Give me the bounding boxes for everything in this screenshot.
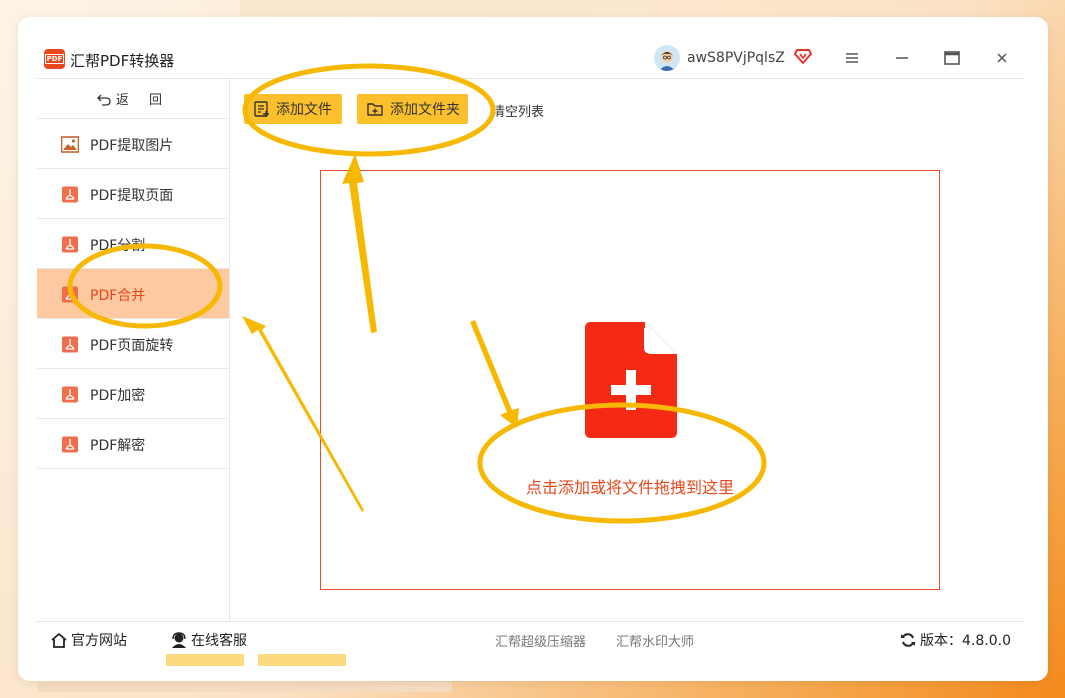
- avatar-icon: [654, 45, 680, 71]
- sidebar-item-label: PDF提取图片: [90, 138, 174, 154]
- official-site-label: 官方网站: [71, 633, 127, 649]
- version-label: 版本：4.8.0.0: [920, 633, 1011, 649]
- refresh-icon: [901, 633, 915, 647]
- watermark-link[interactable]: 汇帮水印大师: [616, 631, 694, 650]
- sidebar-item-rotate[interactable]: PDF页面旋转: [37, 319, 229, 369]
- ghost-chip: [166, 654, 244, 666]
- official-site-link[interactable]: 官方网站: [50, 630, 127, 650]
- pdf-file-icon: [61, 386, 79, 403]
- add-file-icon: [254, 100, 269, 117]
- sidebar: 返 回 PDF提取图片 PDF提取页面 PDF分割 PDF合并 PDF页面旋转 …: [37, 79, 230, 621]
- footer-divider: [37, 621, 1024, 622]
- version-info[interactable]: 版本：4.8.0.0: [900, 630, 1011, 650]
- hamburger-menu-icon[interactable]: [841, 47, 863, 69]
- pdf-file-icon: [61, 336, 79, 353]
- home-icon: [51, 632, 67, 648]
- close-icon[interactable]: [991, 47, 1013, 69]
- online-service-link[interactable]: 在线客服: [170, 630, 247, 650]
- add-folder-button[interactable]: 添加文件夹: [357, 94, 468, 124]
- pdf-file-icon: [61, 436, 79, 453]
- compressor-link[interactable]: 汇帮超级压缩器: [495, 631, 586, 650]
- background-strip-bottom: [38, 682, 452, 692]
- logo-text: PDF: [44, 54, 65, 64]
- username[interactable]: awS8PVjPqlsZ: [687, 50, 785, 66]
- back-arrow-icon: [97, 94, 111, 106]
- app-title: 汇帮PDF转换器: [70, 52, 175, 70]
- sidebar-item-decrypt[interactable]: PDF解密: [37, 419, 229, 469]
- back-label: 返 回: [115, 93, 171, 108]
- image-icon: [60, 136, 80, 153]
- sidebar-item-label: PDF分割: [90, 238, 146, 254]
- pdf-file-icon: [61, 186, 79, 203]
- file-drop-zone[interactable]: 点击添加或将文件拖拽到这里: [320, 170, 940, 590]
- clear-list-button[interactable]: 清空列表: [492, 101, 544, 120]
- pdf-file-icon: [61, 286, 79, 303]
- sidebar-item-label: PDF页面旋转: [90, 338, 174, 354]
- add-file-button[interactable]: 添加文件: [244, 94, 342, 124]
- add-folder-icon: [367, 103, 383, 116]
- back-button[interactable]: 返 回: [37, 79, 229, 119]
- file-plus-icon: [585, 322, 677, 438]
- background-strip-top: [240, 0, 590, 16]
- vip-diamond-icon[interactable]: [794, 48, 812, 64]
- online-service-label: 在线客服: [191, 633, 247, 649]
- ghost-chip: [258, 654, 346, 666]
- add-file-label: 添加文件: [276, 102, 332, 118]
- sidebar-item-label: PDF合并: [90, 288, 146, 304]
- sidebar-item-extract-pages[interactable]: PDF提取页面: [37, 169, 229, 219]
- avatar[interactable]: [654, 45, 680, 71]
- ghost-toolbar-fragment: [166, 654, 426, 666]
- sidebar-item-label: PDF解密: [90, 438, 146, 454]
- minimize-icon[interactable]: [891, 47, 913, 69]
- drop-zone-hint: 点击添加或将文件拖拽到这里: [525, 478, 734, 497]
- sidebar-item-encrypt[interactable]: PDF加密: [37, 369, 229, 419]
- sidebar-item-split[interactable]: PDF分割: [37, 219, 229, 269]
- sidebar-item-label: PDF提取页面: [90, 188, 174, 204]
- maximize-icon[interactable]: [941, 47, 963, 69]
- sidebar-item-extract-images[interactable]: PDF提取图片: [37, 119, 229, 169]
- pdf-logo-icon: PDF: [44, 49, 65, 69]
- sidebar-item-merge[interactable]: PDF合并: [37, 269, 229, 319]
- customer-service-icon: [172, 631, 186, 648]
- app-window: PDF 汇帮PDF转换器 awS8PVjPqlsZ 返 回 PDF提取图片 PD…: [18, 17, 1048, 681]
- add-folder-label: 添加文件夹: [390, 102, 460, 118]
- title-bar: PDF 汇帮PDF转换器 awS8PVjPqlsZ: [18, 17, 1048, 79]
- sidebar-item-label: PDF加密: [90, 388, 146, 404]
- pdf-file-icon: [61, 236, 79, 253]
